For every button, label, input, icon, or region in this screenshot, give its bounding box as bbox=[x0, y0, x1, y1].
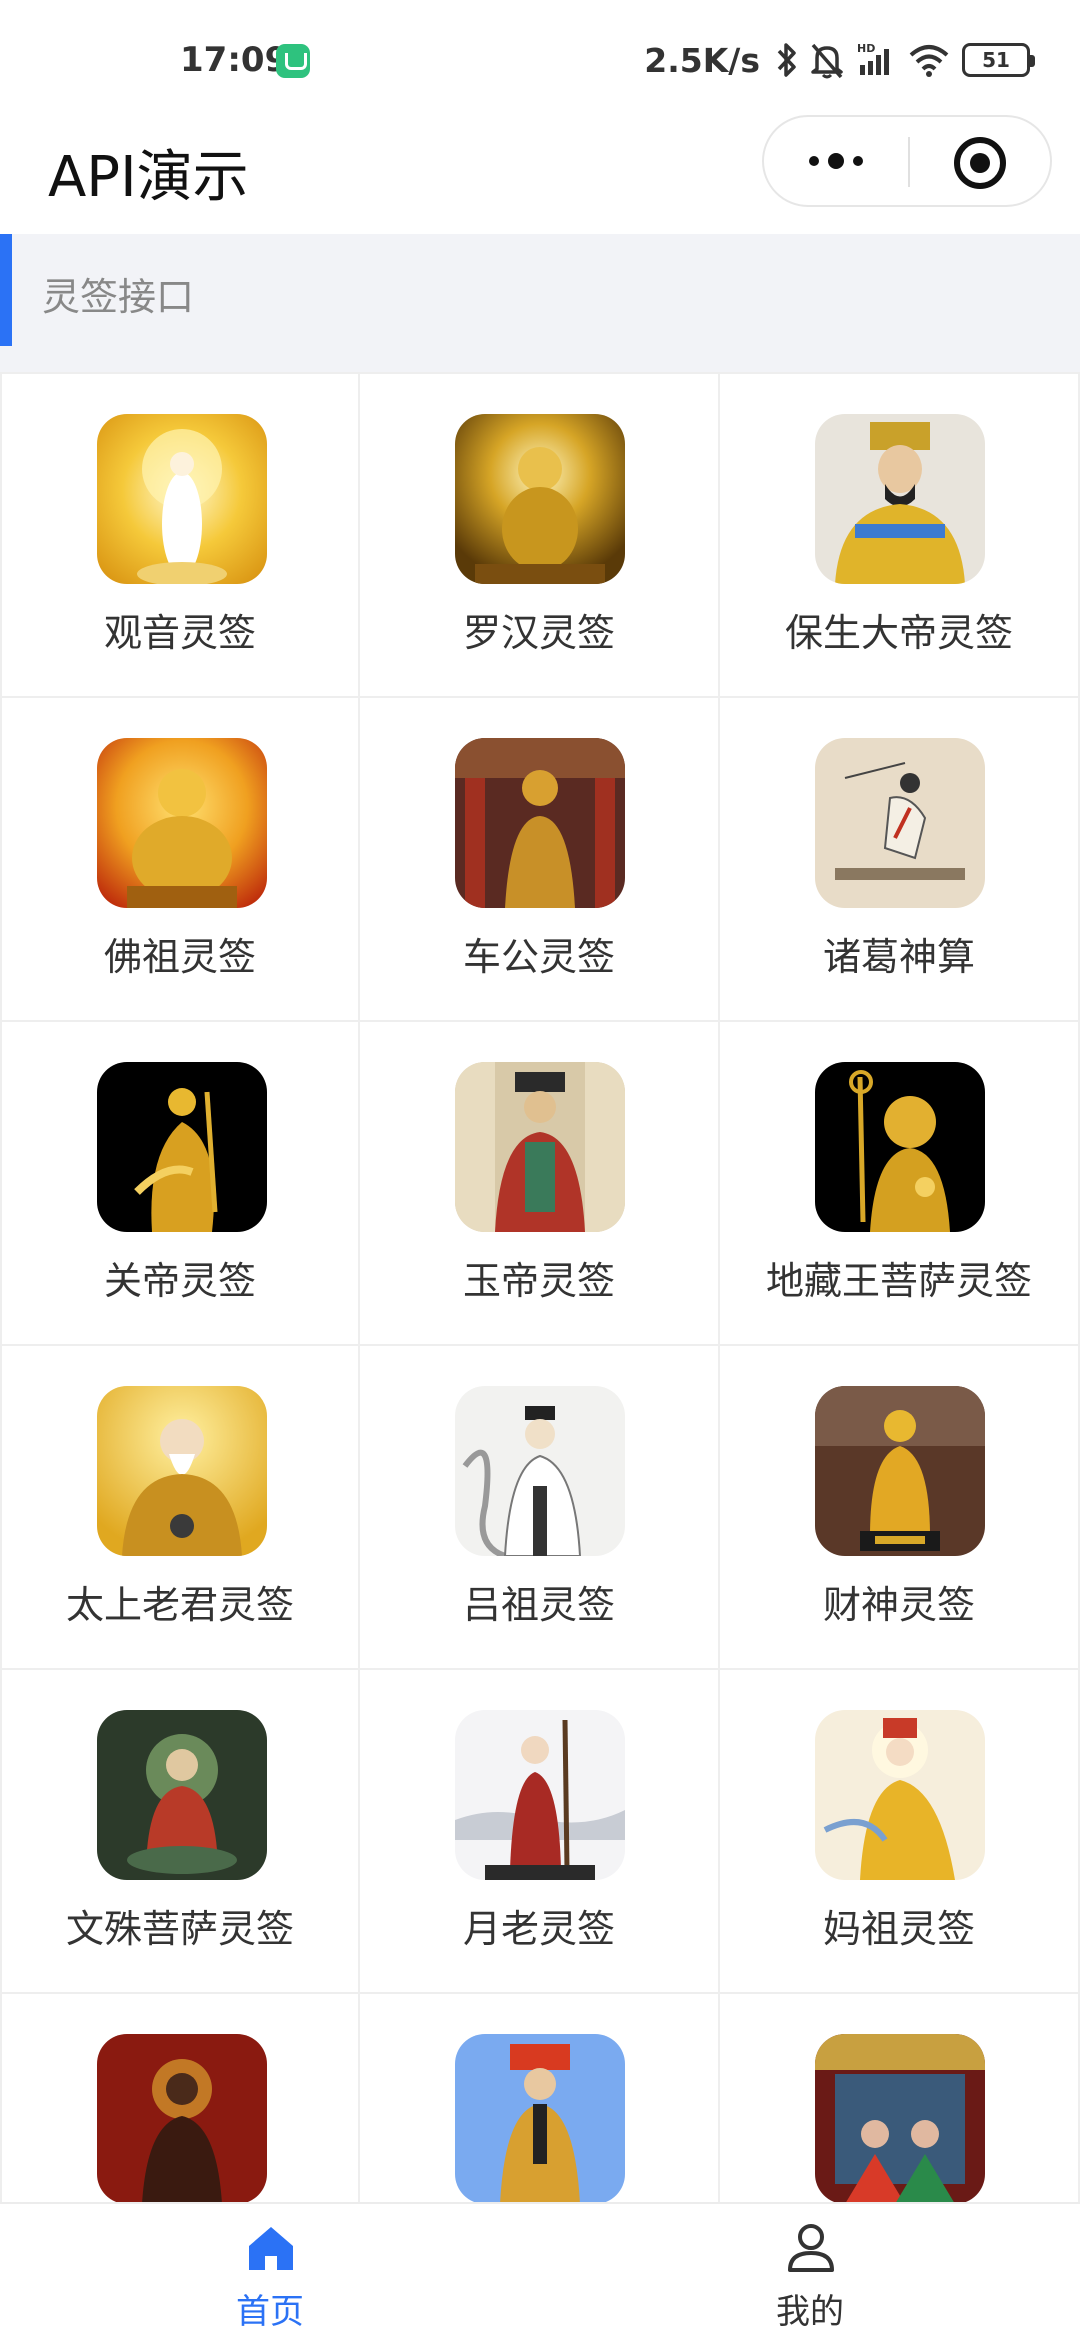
grid-item-label: 月老灵签 bbox=[462, 1907, 615, 1951]
lvzu-image bbox=[455, 1386, 625, 1556]
section-title: 灵签接口 bbox=[42, 275, 195, 319]
oracle-grid: 观音灵签 罗汉灵签 保生大帝灵签 佛祖灵签 车公灵签 诸葛神算 关帝灵签 玉帝灵… bbox=[0, 372, 1080, 2202]
tab-me-label: 我的 bbox=[776, 2292, 844, 2332]
grid-item[interactable]: 车公灵签 bbox=[360, 698, 720, 1022]
svg-text:HD: HD bbox=[857, 42, 875, 55]
battery-icon: 51 bbox=[962, 43, 1035, 77]
wifi-icon bbox=[909, 45, 949, 77]
user-icon bbox=[788, 2224, 834, 2272]
tab-home[interactable]: 首页 bbox=[0, 2204, 540, 2340]
status-indicators: 2.5K/s HD 51 bbox=[644, 40, 1035, 80]
mazu-image bbox=[815, 1710, 985, 1880]
grid-item[interactable]: 佛祖灵签 bbox=[0, 698, 360, 1022]
grid-item-label: 观音灵签 bbox=[103, 611, 256, 655]
yuelao-image bbox=[455, 1710, 625, 1880]
grid-item-label: 太上老君灵签 bbox=[65, 1583, 294, 1627]
grid-item[interactable]: 玉帝灵签 bbox=[360, 1022, 720, 1346]
battery-level: 51 bbox=[982, 48, 1010, 72]
guanyin-image bbox=[97, 414, 267, 584]
capsule-divider bbox=[908, 137, 910, 187]
guandi-image bbox=[97, 1062, 267, 1232]
grid-item-label: 妈祖灵签 bbox=[822, 1907, 975, 1951]
close-target-icon[interactable] bbox=[954, 137, 1006, 189]
grid-item-label: 保生大帝灵签 bbox=[784, 611, 1013, 655]
wenshu-image bbox=[97, 1710, 267, 1880]
hd-signal-icon: HD bbox=[857, 42, 889, 75]
deity-image-18 bbox=[815, 2034, 985, 2202]
grid-item-label: 佛祖灵签 bbox=[103, 935, 256, 979]
caishen-image bbox=[815, 1386, 985, 1556]
home-icon bbox=[249, 2227, 293, 2270]
nav-bar: API演示 bbox=[0, 110, 1080, 230]
fozu-image bbox=[97, 738, 267, 908]
grid-item[interactable]: 妈祖灵签 bbox=[720, 1670, 1080, 1994]
grid-item-label: 车公灵签 bbox=[462, 935, 615, 979]
mute-bell-icon bbox=[811, 43, 843, 79]
status-time: 17:09 bbox=[180, 40, 289, 80]
grid-item-label: 地藏王菩萨灵签 bbox=[765, 1259, 1032, 1303]
grid-item[interactable]: 保生大帝灵签 bbox=[720, 374, 1080, 698]
grid-item[interactable] bbox=[720, 1994, 1080, 2202]
yudi-image bbox=[455, 1062, 625, 1232]
grid-item[interactable]: 吕祖灵签 bbox=[360, 1346, 720, 1670]
tab-bar: 首页 我的 bbox=[0, 2202, 1080, 2340]
page-title: API演示 bbox=[48, 145, 249, 210]
grid-item[interactable] bbox=[0, 1994, 360, 2202]
grid-item-label: 诸葛神算 bbox=[822, 935, 975, 979]
laojun-image bbox=[97, 1386, 267, 1556]
grid-item[interactable]: 太上老君灵签 bbox=[0, 1346, 360, 1670]
grid-item[interactable]: 月老灵签 bbox=[360, 1670, 720, 1994]
grid-item-label: 财神灵签 bbox=[822, 1583, 975, 1627]
status-bar: 17:09 2.5K/s HD 51 bbox=[0, 0, 1080, 110]
grid-item-label: 吕祖灵签 bbox=[462, 1583, 615, 1627]
luohan-image bbox=[455, 414, 625, 584]
app-badge-icon bbox=[276, 44, 310, 78]
grid-item-label: 玉帝灵签 bbox=[462, 1259, 615, 1303]
section-accent-bar bbox=[0, 234, 12, 346]
capsule-menu bbox=[762, 115, 1052, 207]
grid-item-label: 罗汉灵签 bbox=[462, 611, 615, 655]
baosheng-dadi-image bbox=[815, 414, 985, 584]
grid-item-label: 文殊菩萨灵签 bbox=[65, 1907, 294, 1951]
grid-item[interactable]: 观音灵签 bbox=[0, 374, 360, 698]
grid-item[interactable]: 诸葛神算 bbox=[720, 698, 1080, 1022]
grid-item[interactable]: 关帝灵签 bbox=[0, 1022, 360, 1346]
grid-item[interactable]: 地藏王菩萨灵签 bbox=[720, 1022, 1080, 1346]
deity-image-17 bbox=[455, 2034, 625, 2202]
grid-item[interactable]: 财神灵签 bbox=[720, 1346, 1080, 1670]
oracle-grid-scroll[interactable]: 观音灵签 罗汉灵签 保生大帝灵签 佛祖灵签 车公灵签 诸葛神算 关帝灵签 玉帝灵… bbox=[0, 372, 1080, 2202]
zhuge-image bbox=[815, 738, 985, 908]
section-header: 灵签接口 bbox=[0, 234, 1080, 372]
chegong-image bbox=[455, 738, 625, 908]
tab-home-label: 首页 bbox=[236, 2292, 304, 2332]
deity-image-16 bbox=[97, 2034, 267, 2202]
network-speed: 2.5K/s bbox=[644, 40, 760, 80]
grid-item-label: 关帝灵签 bbox=[103, 1259, 256, 1303]
dizang-image bbox=[815, 1062, 985, 1232]
grid-item[interactable]: 文殊菩萨灵签 bbox=[0, 1670, 360, 1994]
grid-item[interactable] bbox=[360, 1994, 720, 2202]
tab-me[interactable]: 我的 bbox=[540, 2204, 1080, 2340]
grid-item[interactable]: 罗汉灵签 bbox=[360, 374, 720, 698]
bluetooth-icon bbox=[777, 43, 796, 77]
more-dots-icon[interactable] bbox=[764, 117, 908, 205]
